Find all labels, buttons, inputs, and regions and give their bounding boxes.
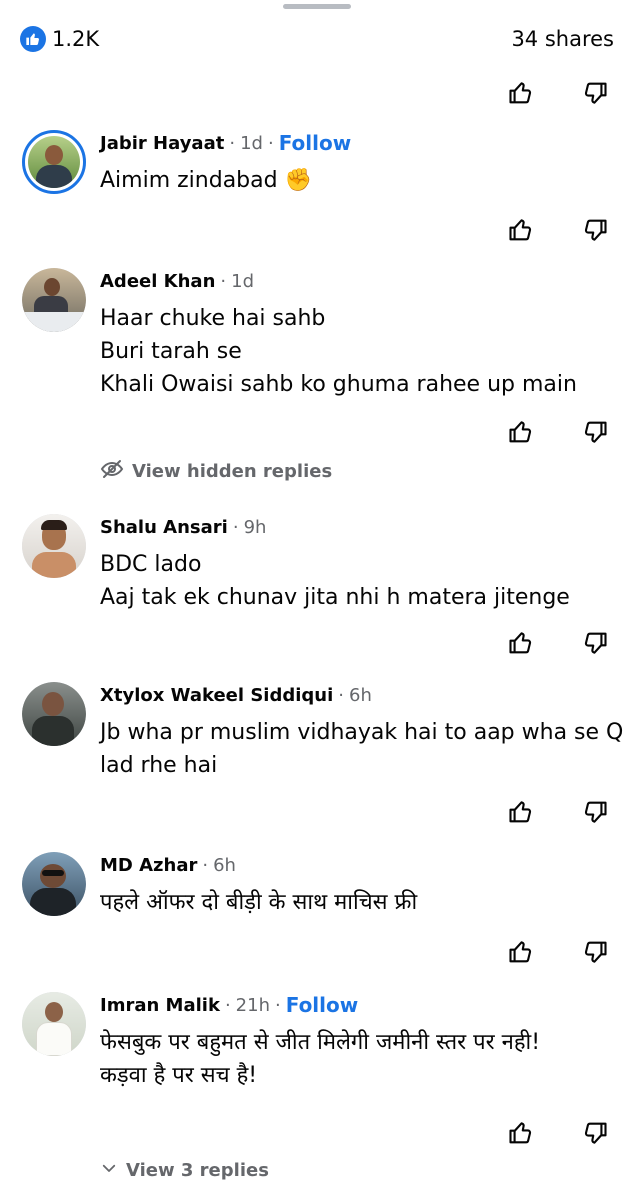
commenter-name[interactable]: Adeel Khan — [100, 271, 215, 292]
chevron-down-icon — [100, 1159, 118, 1182]
commenter-name[interactable]: Imran Malik — [100, 995, 220, 1016]
thumbs-down-icon[interactable] — [578, 1116, 612, 1150]
post-stats: 1.2K 34 shares — [20, 24, 614, 54]
thumbs-up-icon[interactable] — [504, 76, 538, 110]
view-hidden-replies-label: View hidden replies — [132, 461, 333, 482]
thumbs-up-icon[interactable] — [504, 795, 538, 829]
comment-reactions — [504, 626, 612, 660]
like-count-label: 1.2K — [52, 27, 100, 51]
commenter-name[interactable]: Jabir Hayaat — [100, 133, 224, 154]
comment-text: पहले ऑफर दो बीड़ी के साथ माचिस फ्री — [100, 890, 418, 915]
thumbs-down-icon[interactable] — [578, 795, 612, 829]
comment-text: Haar chuke hai sahb Buri tarah se Khali … — [100, 306, 577, 397]
comment-reactions — [504, 415, 612, 449]
eye-slash-icon — [100, 457, 124, 486]
like-count[interactable]: 1.2K — [20, 26, 99, 52]
comment-time: 1d — [231, 270, 255, 292]
separator-dot: · — [229, 132, 236, 154]
separator-dot: · — [267, 132, 274, 154]
follow-button[interactable]: Follow — [279, 131, 352, 155]
view-hidden-replies-button[interactable]: View hidden replies — [100, 457, 332, 486]
thumbs-down-icon[interactable] — [578, 213, 612, 247]
separator-dot: · — [274, 994, 281, 1016]
avatar[interactable] — [22, 268, 86, 332]
thumbs-up-icon[interactable] — [504, 1116, 538, 1150]
thumbs-down-icon[interactable] — [578, 935, 612, 969]
like-reaction-icon — [20, 26, 46, 52]
avatar[interactable] — [22, 992, 86, 1056]
post-reactions — [504, 76, 612, 110]
thumbs-down-icon[interactable] — [578, 76, 612, 110]
drag-handle[interactable] — [283, 4, 351, 9]
comment-reactions — [504, 1116, 612, 1150]
commenter-name[interactable]: Shalu Ansari — [100, 517, 228, 538]
thumbs-down-icon[interactable] — [578, 415, 612, 449]
avatar[interactable] — [22, 682, 86, 746]
avatar[interactable] — [22, 130, 86, 194]
comment-reactions — [504, 935, 612, 969]
thumbs-up-icon[interactable] — [504, 213, 538, 247]
view-replies-label: View 3 replies — [126, 1160, 269, 1181]
comment-time: 21h — [235, 994, 270, 1016]
follow-button[interactable]: Follow — [286, 993, 359, 1017]
comment-text: BDC lado Aaj tak ek chunav jita nhi h ma… — [100, 552, 570, 610]
thumbs-up-icon[interactable] — [504, 626, 538, 660]
thumbs-up-icon[interactable] — [504, 935, 538, 969]
comment-text: फेसबुक पर बहुमत से जीत मिलेगी जमीनी स्तर… — [100, 1030, 541, 1088]
comment-time: 6h — [349, 684, 372, 706]
comment-text: Jb wha pr muslim vidhayak hai to aap wha… — [100, 720, 624, 778]
thumbs-up-icon[interactable] — [504, 415, 538, 449]
commenter-name[interactable]: Xtylox Wakeel Siddiqui — [100, 685, 333, 706]
commenter-name[interactable]: MD Azhar — [100, 855, 197, 876]
thumbs-down-icon[interactable] — [578, 626, 612, 660]
separator-dot: · — [220, 270, 227, 292]
comment-time: 1d — [240, 132, 263, 154]
comment-text: Aimim zindabad ✊ — [100, 168, 312, 193]
separator-dot: · — [202, 854, 209, 876]
avatar[interactable] — [22, 514, 86, 578]
comment-time: 6h — [213, 854, 236, 876]
view-replies-button[interactable]: View 3 replies — [100, 1159, 269, 1182]
separator-dot: · — [338, 684, 345, 706]
separator-dot: · — [232, 516, 239, 538]
comment-time: 9h — [243, 516, 267, 538]
separator-dot: · — [224, 994, 231, 1016]
avatar[interactable] — [22, 852, 86, 916]
comment-reactions — [504, 795, 612, 829]
share-count[interactable]: 34 shares — [511, 27, 614, 51]
comment-reactions — [504, 213, 612, 247]
